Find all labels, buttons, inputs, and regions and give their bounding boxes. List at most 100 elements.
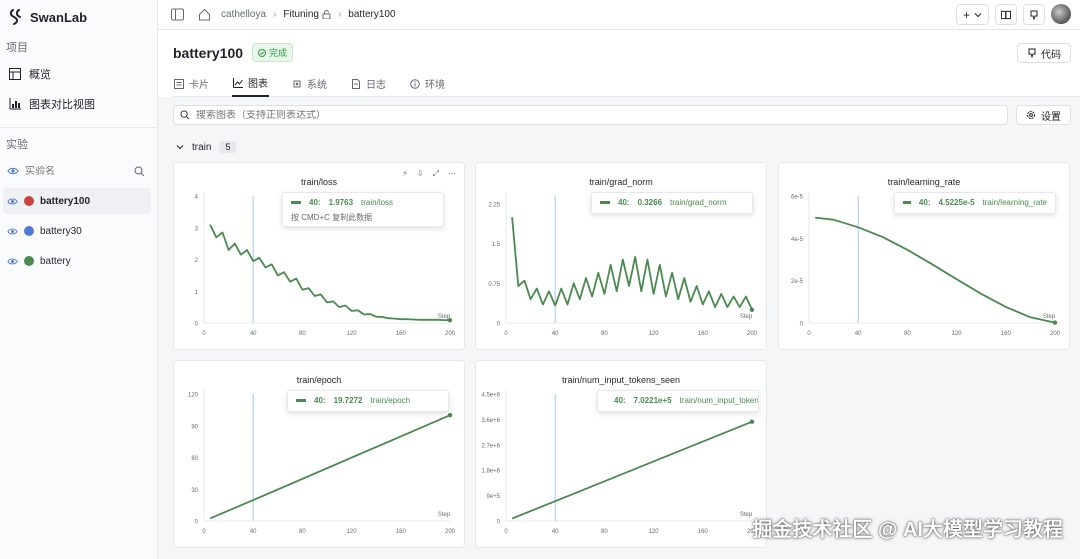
x-axis-label: Step <box>1043 314 1056 320</box>
x-tick-label: 0 <box>202 529 206 535</box>
tab-label: 图表 <box>248 79 268 90</box>
chart-group-header[interactable]: train 5 <box>176 141 237 153</box>
search-icon[interactable] <box>134 166 145 177</box>
sidebar-item-chart-compare[interactable]: 图表对比视图 <box>0 89 157 119</box>
cpu-icon <box>293 80 301 87</box>
y-tick-label: 1 <box>195 290 199 296</box>
chart-card-epoch[interactable]: train/epoch 0 30 60 90 120 0 40 80 120 160 200 Step… <box>173 360 465 548</box>
tooltip-step: 40: <box>309 198 321 207</box>
chart-card-num-input-tokens[interactable]: train/num_input_tokens_seen 0 9e+5 1.8e+6 2… <box>475 360 767 548</box>
chart-card-grad-norm[interactable]: train/grad_norm 0 0.75 1.5 2.25 0 40 80 120 160 2… <box>475 162 767 350</box>
info-icon <box>410 78 420 89</box>
x-tick-label: 160 <box>396 331 407 337</box>
eye-icon[interactable] <box>7 226 18 237</box>
eye-icon[interactable] <box>7 165 19 177</box>
tab-cards[interactable]: 卡片 <box>173 70 210 97</box>
experiment-search-input[interactable] <box>25 165 121 177</box>
experiment-name: battery100 <box>40 195 91 207</box>
x-tick-label: 200 <box>747 331 758 337</box>
code-icon <box>1028 48 1036 58</box>
sidebar-item-label: 概览 <box>29 69 51 81</box>
y-tick-label: 0 <box>800 322 804 328</box>
y-tick-label: 2.7e+6 <box>481 443 500 449</box>
y-tick-label: 0 <box>497 322 501 328</box>
experiment-color-dot[interactable] <box>24 226 34 236</box>
code-button[interactable]: 代码 <box>1017 43 1071 63</box>
tab-environment[interactable]: 环境 <box>409 70 446 97</box>
x-tick-label: 40 <box>552 529 559 535</box>
experiment-name: battery30 <box>40 225 82 237</box>
x-tick-label: 80 <box>601 529 608 535</box>
x-tick-label: 160 <box>396 529 407 535</box>
y-tick-label: 4.5e+6 <box>481 393 500 399</box>
main-panel: 设置 train 5 ⚡ ⇩ ⤢ ⋯ train/loss 0123404080… <box>158 97 1080 559</box>
chart-tooltip: 40: 0.3266 train/grad_norm <box>591 192 753 214</box>
tab-label: 环境 <box>425 80 445 91</box>
tooltip-value: 7.0221e+5 <box>633 396 672 405</box>
tab-logs[interactable]: 日志 <box>350 70 387 97</box>
breadcrumb-experiment[interactable]: battery100 <box>348 9 395 20</box>
breadcrumb-separator: › <box>273 9 277 20</box>
experiment-color-dot[interactable] <box>24 256 34 266</box>
x-tick-label: 200 <box>445 331 456 337</box>
add-button[interactable]: + <box>956 4 989 25</box>
tooltip-value: 4.5225e-5 <box>938 198 975 207</box>
breadcrumb-separator: › <box>337 9 342 20</box>
y-tick-label: 4 <box>195 195 199 201</box>
y-tick-label: 0 <box>195 322 199 328</box>
tab-system[interactable]: 系统 <box>291 70 328 97</box>
sidebar-toggle-icon[interactable] <box>171 8 184 21</box>
y-tick-label: 1.8e+6 <box>481 469 500 475</box>
experiment-row[interactable]: battery100 <box>3 188 151 214</box>
sidebar-item-overview[interactable]: 概览 <box>0 59 157 89</box>
y-tick-label: 0 <box>195 520 199 526</box>
series-swatch <box>903 201 911 204</box>
chart-search <box>173 105 1008 125</box>
github-button[interactable] <box>1023 4 1045 25</box>
x-axis-label: Step <box>438 512 451 518</box>
brand-name: SwanLab <box>30 9 88 25</box>
chart-tooltip: 40: 7.0221e+5 train/num_input_tokens_seen <box>597 390 759 412</box>
x-tick-label: 200 <box>445 529 456 535</box>
line-chart-icon <box>233 77 243 88</box>
table-icon <box>9 68 21 80</box>
breadcrumb-project[interactable]: Fituning <box>283 9 319 20</box>
docs-button[interactable] <box>995 4 1017 25</box>
book-icon <box>1001 10 1011 19</box>
tooltip-series: train/epoch <box>370 396 411 405</box>
search-icon <box>180 110 190 120</box>
experiment-row[interactable]: battery30 <box>3 218 151 244</box>
settings-button[interactable]: 设置 <box>1016 105 1071 125</box>
breadcrumb-user[interactable]: cathelloya <box>221 9 266 20</box>
experiment-color-dot[interactable] <box>24 196 34 206</box>
eye-icon[interactable] <box>7 256 18 267</box>
home-icon[interactable] <box>198 8 211 21</box>
brand[interactable]: SwanLab <box>0 0 157 34</box>
topbar: cathelloya › Fituning › battery100 + <box>158 0 1080 30</box>
x-tick-label: 160 <box>698 331 709 337</box>
tab-charts[interactable]: 图表 <box>232 70 269 97</box>
eye-icon[interactable] <box>7 196 18 207</box>
x-tick-label: 120 <box>649 529 660 535</box>
avatar[interactable] <box>1051 4 1071 24</box>
bar-chart-icon <box>9 98 21 110</box>
tooltip-series: train/num_input_tokens_seen <box>679 396 759 405</box>
tooltip-value: 1.9763 <box>328 198 354 207</box>
y-tick-label: 1.5 <box>492 242 501 248</box>
experiment-name: battery <box>40 255 71 267</box>
y-tick-label: 3 <box>195 226 199 232</box>
chart-card-learning-rate[interactable]: train/learning_rate 0 2e-5 4e-5 6e-5 0 40 80 12… <box>778 162 1070 350</box>
topbar-actions: + <box>956 4 1071 25</box>
y-tick-label: 4e-5 <box>791 237 804 243</box>
chart-search-input[interactable] <box>196 109 896 121</box>
y-tick-label: 30 <box>191 488 198 494</box>
chevron-down-icon <box>974 12 982 17</box>
series-line <box>511 217 753 311</box>
chart-card-loss[interactable]: ⚡ ⇩ ⤢ ⋯ train/loss 0 1 2 3 4 0 40 80 120 160 200 St… <box>173 162 465 350</box>
experiment-row[interactable]: battery <box>3 248 151 274</box>
x-tick-label: 160 <box>698 529 709 535</box>
x-tick-label: 80 <box>299 331 306 337</box>
watermark: 掘金技术社区 @ AI大模型学习教程 <box>752 519 1063 541</box>
x-tick-label: 0 <box>202 331 206 337</box>
series-end-point <box>447 412 453 418</box>
